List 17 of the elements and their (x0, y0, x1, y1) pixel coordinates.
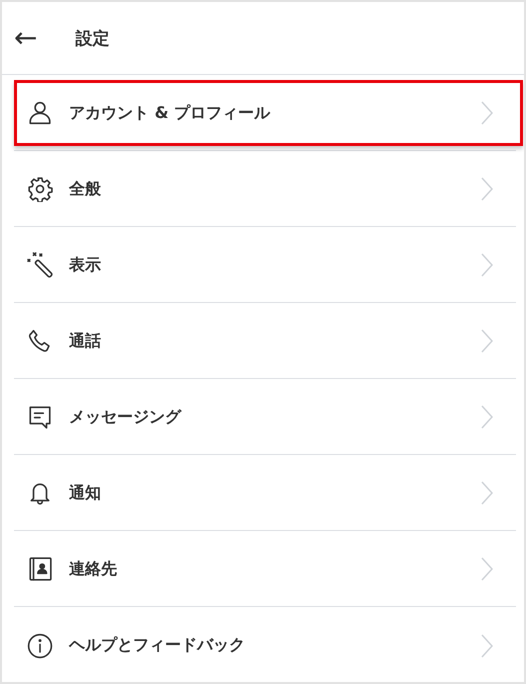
gear-icon (27, 176, 53, 202)
chevron-icon (481, 634, 493, 658)
magic-wand-icon (27, 252, 53, 278)
chevron-icon (481, 253, 493, 277)
chevron-icon (481, 405, 493, 429)
chevron-icon (481, 177, 493, 201)
page-title: 設定 (75, 28, 110, 50)
info-icon (27, 632, 53, 658)
contact-book-icon (27, 556, 53, 582)
chevron-icon (481, 481, 493, 505)
settings-item[interactable]: アカウント & プロフィール (14, 80, 523, 146)
back-button[interactable]: ← (14, 24, 38, 52)
person-icon (27, 100, 53, 126)
chevron-icon (481, 329, 493, 353)
chat-icon (27, 404, 53, 430)
chevron-icon (481, 101, 493, 125)
chevron-icon (481, 557, 493, 581)
